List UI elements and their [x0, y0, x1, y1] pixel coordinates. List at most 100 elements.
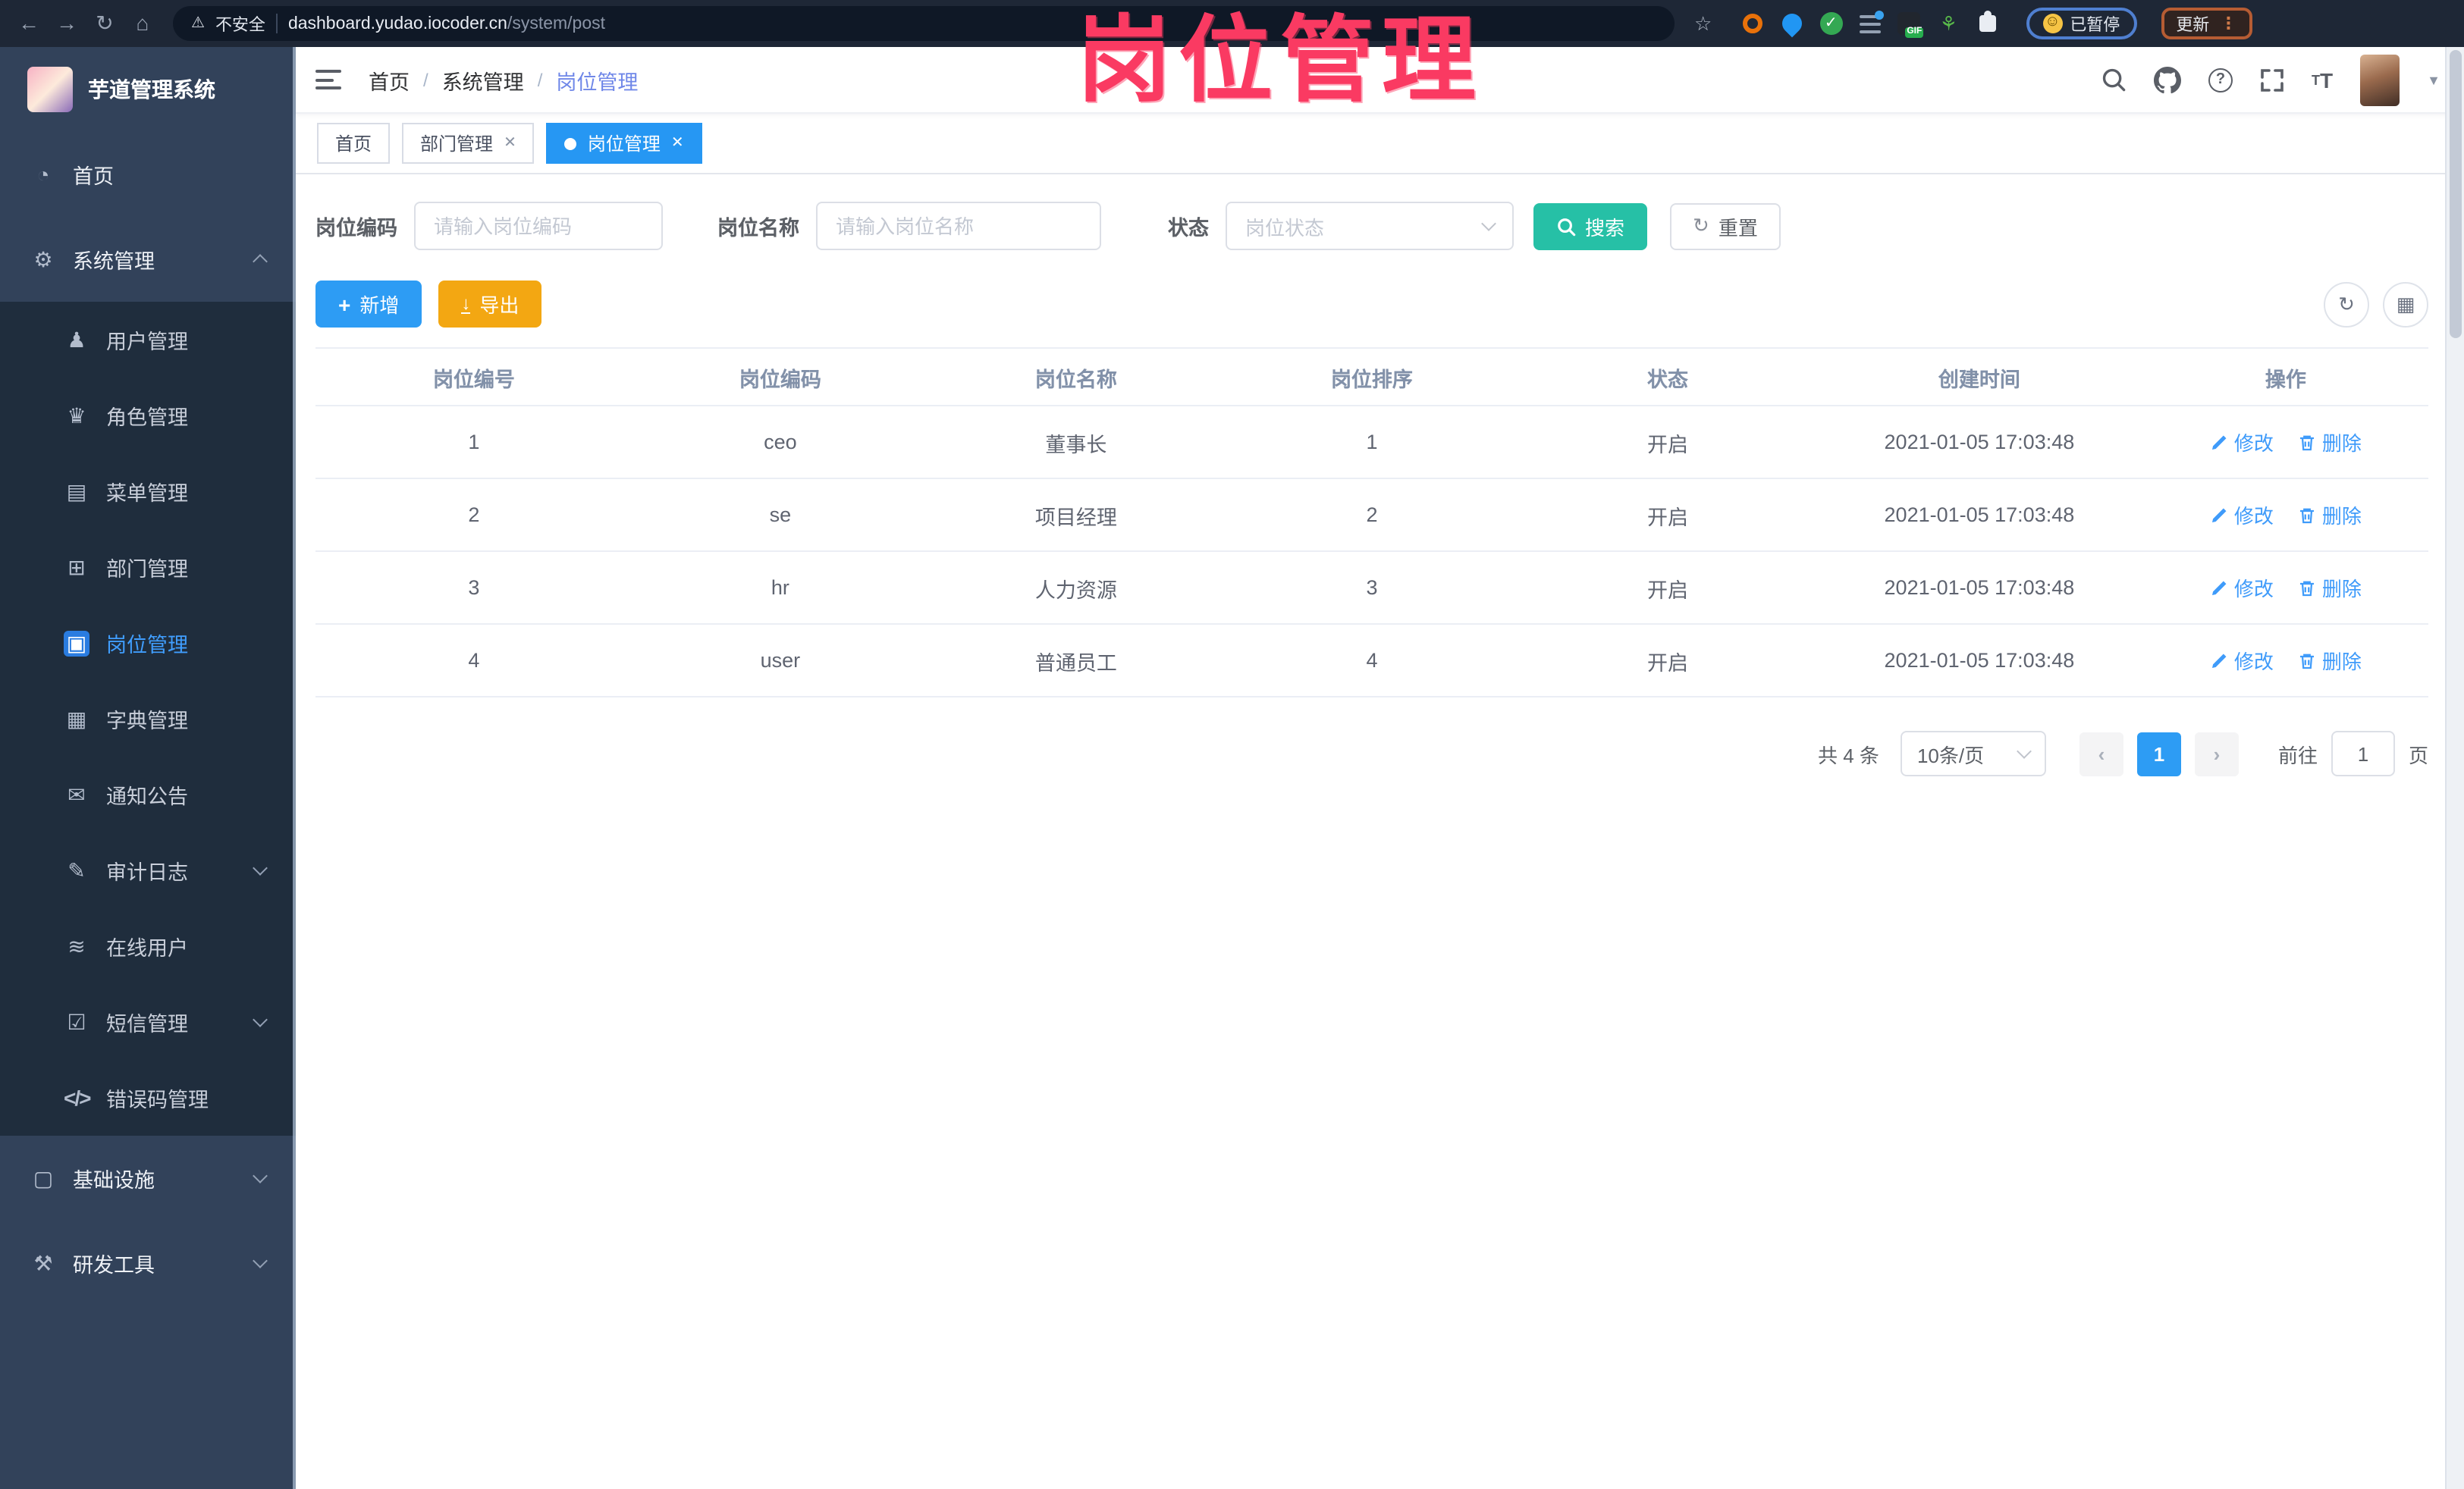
paused-label: 已暂停: [2070, 16, 2120, 34]
header-actions: ? TT ▼: [2101, 54, 2440, 105]
page-size-select[interactable]: 10条/页: [1900, 731, 2046, 776]
column-settings-button[interactable]: ▦: [2383, 281, 2428, 327]
help-icon[interactable]: ?: [2208, 67, 2233, 92]
sidebar-item-label: 部门管理: [106, 558, 188, 581]
extension-check-icon[interactable]: ✓: [1819, 12, 1843, 35]
export-button[interactable]: ↓ 导出: [438, 281, 542, 328]
extensions-puzzle-icon[interactable]: [1976, 11, 2000, 36]
prev-page-button[interactable]: ‹: [2079, 732, 2123, 776]
goto-page-input[interactable]: [2331, 731, 2395, 776]
search-icon[interactable]: [2101, 67, 2127, 92]
cell-sort: 2: [1223, 478, 1520, 552]
tab-post-management[interactable]: 岗位管理 ✕: [546, 123, 702, 164]
app-logo-row[interactable]: 芋道管理系统: [0, 47, 296, 132]
browser-menu-icon[interactable]: ⋮: [2220, 14, 2236, 33]
table-row: 1 ceo 董事长 1 开启 2021-01-05 17:03:48 修改 删除: [315, 406, 2428, 479]
avatar-caret-down-icon[interactable]: ▼: [2427, 72, 2440, 87]
close-icon[interactable]: ✕: [671, 135, 684, 152]
extension-sliders-icon[interactable]: [1857, 10, 1884, 36]
annotation-title: 岗位管理: [1077, 9, 1484, 114]
sidebar-item-infrastructure[interactable]: ▢ 基础设施: [0, 1136, 296, 1221]
sidebar-item-audit-log[interactable]: ✎ 审计日志: [0, 832, 296, 908]
scrollbar-thumb[interactable]: [2450, 50, 2462, 338]
search-button[interactable]: 搜索: [1533, 202, 1648, 249]
refresh-table-button[interactable]: ↻: [2324, 281, 2369, 327]
omnibox-divider: [275, 14, 278, 33]
emoji-icon: ☺: [2042, 14, 2063, 33]
cell-name: 项目经理: [928, 478, 1224, 552]
pencil-icon: [2211, 434, 2227, 449]
home-icon[interactable]: ⌂: [129, 0, 156, 47]
sidebar-item-system-management[interactable]: ⚙ 系统管理: [0, 217, 296, 302]
paused-badge[interactable]: ☺ 已暂停: [2026, 8, 2137, 39]
current-page[interactable]: 1: [2136, 732, 2181, 776]
sidebar-item-online-users[interactable]: ≋ 在线用户: [0, 908, 296, 984]
bookmark-star-icon[interactable]: ☆: [1694, 11, 1712, 36]
delete-link[interactable]: 删除: [2298, 500, 2362, 529]
post-name-input[interactable]: [816, 202, 1101, 250]
add-button[interactable]: + 新增: [315, 281, 422, 328]
trash-icon: [2299, 653, 2314, 669]
cell-sort: 4: [1223, 624, 1520, 697]
close-icon[interactable]: ✕: [504, 135, 516, 152]
breadcrumb-home[interactable]: 首页: [369, 64, 410, 95]
edit-link[interactable]: 修改: [2210, 428, 2274, 456]
github-icon[interactable]: [2154, 66, 2182, 93]
sidebar-item-notice[interactable]: ✉ 通知公告: [0, 757, 296, 832]
post-icon: ▣: [64, 630, 89, 656]
browser-update-button[interactable]: 更新 ⋮: [2161, 8, 2252, 39]
tab-department-management[interactable]: 部门管理 ✕: [402, 123, 535, 164]
trash-icon: [2299, 434, 2314, 450]
app-title: 芋道管理系统: [88, 77, 215, 102]
sidebar-item-post-management[interactable]: ▣ 岗位管理: [0, 605, 296, 681]
back-icon[interactable]: ←: [15, 0, 42, 47]
edit-link[interactable]: 修改: [2210, 646, 2274, 675]
sidebar-item-user-management[interactable]: ♟ 用户管理: [0, 302, 296, 378]
cell-actions: 修改 删除: [2142, 478, 2428, 552]
cell-created: 2021-01-05 17:03:48: [1816, 406, 2143, 479]
extension-gif-icon[interactable]: GIF: [1897, 11, 1924, 38]
cell-code: hr: [632, 551, 928, 625]
sidebar-item-label: 错误码管理: [106, 1089, 209, 1111]
next-page-button[interactable]: ›: [2194, 732, 2239, 776]
sidebar-item-department-management[interactable]: ⊞ 部门管理: [0, 529, 296, 605]
sidebar-item-error-code-management[interactable]: </> 错误码管理: [0, 1060, 296, 1136]
delete-link[interactable]: 删除: [2298, 428, 2362, 456]
sidebar-item-home[interactable]: ◔ 首页: [0, 132, 296, 217]
post-name-label: 岗位名称: [717, 217, 799, 240]
extension-ring-icon[interactable]: [1740, 11, 1765, 36]
edit-link[interactable]: 修改: [2210, 573, 2274, 602]
sidebar-toggle-icon[interactable]: [315, 70, 341, 89]
not-secure-warning-icon: ⚠: [191, 15, 205, 32]
user-avatar[interactable]: [2360, 54, 2400, 105]
extension-plant-icon[interactable]: ⚘: [1936, 11, 1960, 36]
reset-button[interactable]: ↻ 重置: [1670, 202, 1781, 249]
reload-icon[interactable]: ↻: [91, 0, 118, 47]
delete-link[interactable]: 删除: [2298, 573, 2362, 602]
sidebar-item-dev-tools[interactable]: ⚒ 研发工具: [0, 1221, 296, 1306]
font-size-icon[interactable]: TT: [2312, 67, 2333, 92]
column-header: 岗位名称: [928, 348, 1224, 406]
online-users-icon: ≋: [67, 933, 86, 958]
pencil-icon: [2211, 580, 2227, 594]
breadcrumb-separator: /: [537, 69, 543, 90]
sidebar-item-label: 用户管理: [106, 331, 188, 353]
delete-link[interactable]: 删除: [2298, 646, 2362, 675]
extension-pin-icon[interactable]: [1778, 9, 1806, 38]
status-select[interactable]: 岗位状态: [1226, 202, 1514, 250]
column-header: 状态: [1519, 348, 1816, 406]
sidebar-item-dictionary-management[interactable]: ▦ 字典管理: [0, 681, 296, 757]
edit-link[interactable]: 修改: [2210, 500, 2274, 529]
page-scrollbar[interactable]: [2445, 47, 2464, 1489]
forward-icon[interactable]: →: [53, 0, 80, 47]
fullscreen-icon[interactable]: [2260, 67, 2284, 92]
breadcrumb-system[interactable]: 系统管理: [442, 64, 524, 95]
chevron-down-icon: [253, 1011, 268, 1033]
sidebar-item-menu-management[interactable]: ▤ 菜单管理: [0, 453, 296, 529]
sidebar-item-role-management[interactable]: ♛ 角色管理: [0, 378, 296, 453]
sidebar-item-label: 首页: [73, 165, 114, 188]
post-code-input[interactable]: [414, 202, 663, 250]
tab-home[interactable]: 首页: [317, 123, 391, 164]
cell-name: 普通员工: [928, 624, 1224, 697]
sidebar-item-sms-management[interactable]: ☑ 短信管理: [0, 984, 296, 1060]
